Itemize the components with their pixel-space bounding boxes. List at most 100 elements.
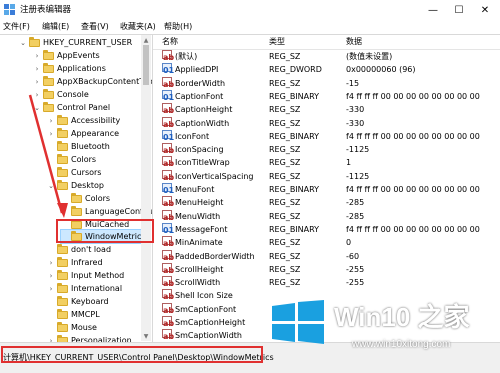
menu-help[interactable]: 帮助(H)	[164, 21, 192, 33]
value-name: IconFont	[175, 131, 210, 141]
window-title: 注册表编辑器	[20, 5, 72, 15]
table-row[interactable]: 01 CaptionFont REG_BINARY f4 ff ff ff 00 00…	[153, 89, 500, 103]
table-row[interactable]: ab MenuWidth REG_SZ -285	[153, 209, 500, 223]
registry-values-list[interactable]: 名称 类型 数据 ab (默认) REG_SZ (数值未设置) 01 AppliedDPI…	[153, 34, 500, 343]
tree-item-keyboard[interactable]: Keyboard	[47, 295, 109, 308]
table-row[interactable]: ab ScrollHeight REG_SZ -255	[153, 262, 500, 276]
tree-item-hkey-current-user[interactable]: ⌄ HKEY_CURRENT_USER	[19, 36, 132, 49]
table-row[interactable]: 01 IconFont REG_BINARY f4 ff ff ff 00 00 00…	[153, 129, 500, 143]
registry-tree[interactable]: ⌄ HKEY_CURRENT_USER › AppEvents › Applicati…	[0, 34, 153, 343]
chevron-right-icon[interactable]: ›	[33, 52, 41, 60]
tree-item-accessibility[interactable]: › Accessibility	[47, 114, 120, 127]
tree-item-label: Desktop	[71, 180, 104, 190]
binary-value-icon: 01	[162, 63, 174, 75]
table-row[interactable]: ab IconSpacing REG_SZ -1125	[153, 143, 500, 156]
tree-item-appxbackupcontenttype[interactable]: › AppXBackupContentTyp	[33, 75, 152, 88]
value-data: -330	[346, 118, 365, 128]
value-type: REG_SZ	[269, 251, 301, 261]
chevron-right-icon[interactable]: ›	[47, 285, 55, 293]
table-row[interactable]: ab IconTitleWrap REG_SZ 1	[153, 156, 500, 169]
binary-value-icon: 01	[162, 89, 174, 102]
chevron-right-icon[interactable]: ›	[33, 91, 41, 99]
folder-icon	[57, 140, 68, 151]
menu-file[interactable]: 文件(F)	[3, 21, 30, 33]
tree-item-applications[interactable]: › Applications	[33, 62, 106, 75]
tree-item-label: MMCPL	[71, 309, 100, 319]
folder-icon	[57, 243, 68, 254]
chevron-down-icon[interactable]: ⌄	[33, 104, 41, 112]
tree-scrollbar[interactable]: ▲ ▼	[141, 35, 151, 341]
column-header-name[interactable]: 名称	[162, 36, 178, 48]
tree-item-dont-load[interactable]: don't load	[47, 243, 111, 256]
minimize-button[interactable]: —	[420, 0, 446, 20]
table-row[interactable]: ab MinAnimate REG_SZ 0	[153, 236, 500, 249]
table-row[interactable]: 01 AppliedDPI REG_DWORD 0x00000060 (96)	[153, 63, 500, 76]
tree-item-label: Cursors	[71, 167, 102, 177]
value-type: REG_SZ	[269, 264, 301, 274]
scroll-down-icon[interactable]: ▼	[141, 331, 151, 341]
tree-item-desktop-colors[interactable]: Colors	[61, 192, 110, 205]
folder-icon	[57, 153, 68, 164]
scrollbar-thumb[interactable]	[143, 45, 149, 85]
tree-item-console[interactable]: › Console	[33, 88, 89, 101]
binary-value-icon: 01	[162, 183, 174, 195]
table-row[interactable]: ab CaptionWidth REG_SZ -330	[153, 116, 500, 130]
tree-item-international[interactable]: › International	[47, 282, 122, 295]
tree-item-appevents[interactable]: › AppEvents	[33, 49, 100, 62]
menu-favorites[interactable]: 收藏夹(A)	[120, 21, 156, 33]
chevron-right-icon[interactable]: ›	[47, 259, 55, 267]
table-row[interactable]: 01 MessageFont REG_BINARY f4 ff ff ff 00 00…	[153, 222, 500, 236]
value-type: REG_SZ	[269, 278, 301, 288]
table-row[interactable]: ab CaptionHeight REG_SZ -330	[153, 103, 500, 116]
binary-value-icon: 01	[162, 129, 174, 142]
value-name: ScrollHeight	[175, 264, 224, 274]
chevron-down-icon[interactable]: ⌄	[19, 39, 27, 47]
tree-item-infrared[interactable]: › Infrared	[47, 256, 103, 269]
value-name: MenuHeight	[175, 198, 224, 208]
table-row[interactable]: ab BorderWidth REG_SZ -15	[153, 76, 500, 90]
tree-item-control-panel[interactable]: ⌄ Control Panel	[33, 101, 110, 114]
tree-item-input-method[interactable]: › Input Method	[47, 269, 124, 282]
tree-item-colors[interactable]: Colors	[47, 153, 96, 166]
tree-item-mouse[interactable]: Mouse	[47, 321, 97, 334]
table-row[interactable]: ab MenuHeight REG_SZ -285	[153, 196, 500, 209]
string-value-icon: ab	[162, 249, 174, 262]
scroll-up-icon[interactable]: ▲	[141, 35, 151, 45]
table-row[interactable]: 01 MenuFont REG_BINARY f4 ff ff ff 00 00 00…	[153, 183, 500, 196]
menu-edit[interactable]: 编辑(E)	[42, 21, 69, 33]
tree-item-bluetooth[interactable]: Bluetooth	[47, 140, 110, 153]
chevron-right-icon[interactable]: ›	[47, 130, 55, 138]
table-row[interactable]: ab IconVerticalSpacing REG_SZ -1125	[153, 169, 500, 183]
chevron-right-icon[interactable]: ›	[33, 65, 41, 73]
table-row[interactable]: ab PaddedBorderWidth REG_SZ -60	[153, 249, 500, 263]
chevron-down-icon[interactable]: ⌄	[47, 182, 55, 190]
maximize-button[interactable]: ☐	[446, 0, 472, 20]
annotation-box-windowmetrics	[56, 219, 154, 243]
tree-item-appearance[interactable]: › Appearance	[47, 127, 119, 140]
column-header-type[interactable]: 类型	[269, 36, 285, 48]
table-row[interactable]: ab (默认) REG_SZ (数值未设置)	[153, 50, 500, 63]
value-type: REG_DWORD	[269, 65, 322, 75]
chevron-right-icon[interactable]: ›	[47, 117, 55, 125]
menu-view[interactable]: 查看(V)	[81, 21, 109, 33]
tree-item-mmcpl[interactable]: MMCPL	[47, 308, 100, 321]
value-data: -285	[346, 198, 365, 208]
value-data: -285	[346, 211, 365, 221]
folder-icon	[57, 256, 68, 267]
close-button[interactable]: ✕	[472, 0, 498, 20]
folder-icon	[57, 282, 68, 293]
tree-item-cursors[interactable]: Cursors	[47, 166, 101, 179]
column-header-data[interactable]: 数据	[346, 36, 362, 48]
tree-item-label: Bluetooth	[71, 141, 110, 151]
chevron-right-icon[interactable]: ›	[47, 272, 55, 280]
string-value-icon: ab	[162, 169, 174, 182]
tree-item-desktop[interactable]: ⌄ Desktop	[47, 179, 104, 192]
chevron-right-icon[interactable]: ›	[33, 78, 41, 86]
table-row[interactable]: ab ScrollWidth REG_SZ -255	[153, 276, 500, 289]
string-value-icon: ab	[162, 143, 174, 155]
tree-item-label: Infrared	[71, 257, 103, 267]
tree-item-languageconfiguration[interactable]: LanguageConfigu	[61, 205, 152, 218]
